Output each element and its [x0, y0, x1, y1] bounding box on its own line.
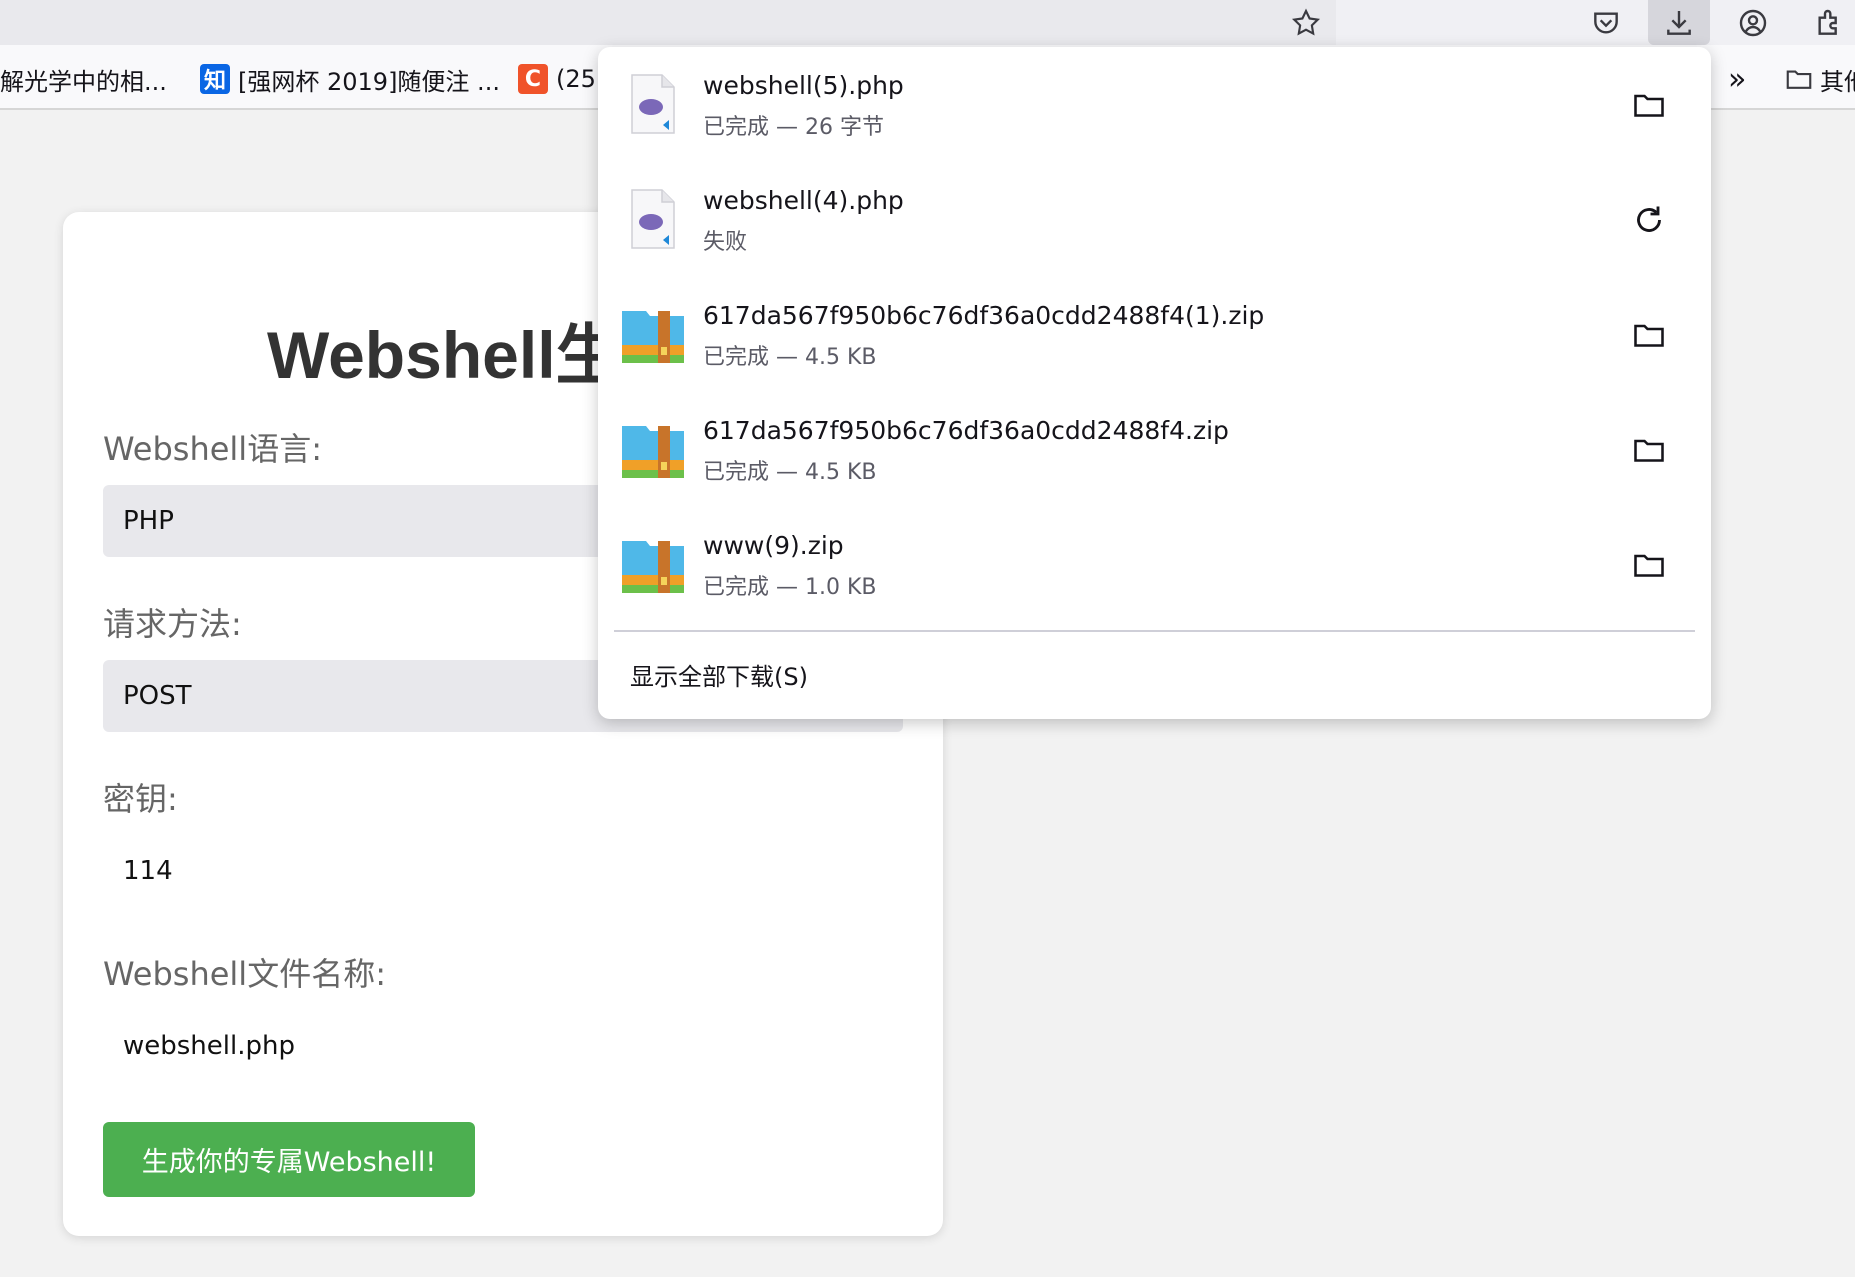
downloads-panel: webshell(5).php 已完成 — 26 字节 webshell(4).…	[598, 47, 1711, 719]
downloads-icon[interactable]	[1648, 0, 1710, 45]
other-bookmarks-folder[interactable]: 其他	[1784, 63, 1855, 96]
download-status: 已完成 — 26 字节	[703, 115, 884, 140]
download-status: 已完成 — 4.5 KB	[703, 345, 877, 370]
zhihu-favicon-icon: 知	[200, 64, 230, 94]
download-item[interactable]: 617da567f950b6c76df36a0cdd2488f4(1).zip …	[598, 277, 1711, 392]
bookmarks-overflow-chevron-icon[interactable]: »	[1728, 62, 1746, 97]
bookmark-label: (25	[556, 65, 596, 93]
php-file-icon	[631, 189, 675, 249]
browser-toolbar	[0, 0, 1855, 45]
folder-icon[interactable]	[1631, 317, 1667, 353]
pocket-icon[interactable]	[1575, 0, 1637, 45]
bookmark-item[interactable]: C (25	[518, 63, 596, 95]
bookmark-item[interactable]: 知 [强网杯 2019]随便注 ...	[200, 63, 500, 96]
key-input[interactable]: 114	[103, 835, 903, 907]
zip-archive-icon	[622, 541, 684, 593]
bookmark-label: 其他	[1820, 67, 1855, 96]
divider	[614, 630, 1695, 632]
download-status: 已完成 — 1.0 KB	[703, 575, 877, 600]
download-status: 已完成 — 4.5 KB	[703, 460, 877, 485]
bookmark-label: [强网杯 2019]随便注 ...	[238, 67, 500, 96]
download-filename: 617da567f950b6c76df36a0cdd2488f4(1).zip	[703, 301, 1265, 330]
bookmark-item[interactable]: 解光学中的相...	[0, 63, 167, 96]
folder-icon[interactable]	[1631, 432, 1667, 468]
download-filename: www(9).zip	[703, 531, 844, 560]
bookmark-label: 解光学中的相...	[0, 67, 167, 96]
zip-archive-icon	[622, 426, 684, 478]
url-bar[interactable]	[0, 0, 1336, 45]
download-filename: webshell(4).php	[703, 186, 904, 215]
php-file-icon	[631, 74, 675, 134]
download-item[interactable]: 617da567f950b6c76df36a0cdd2488f4.zip 已完成…	[598, 392, 1711, 507]
extensions-icon[interactable]	[1798, 0, 1855, 45]
download-filename: webshell(5).php	[703, 71, 904, 100]
folder-icon	[1786, 70, 1812, 89]
page-title: Webshell生	[267, 318, 622, 392]
download-item[interactable]: www(9).zip 已完成 — 1.0 KB	[598, 507, 1711, 622]
download-item[interactable]: webshell(5).php 已完成 — 26 字节	[598, 47, 1711, 162]
download-status: 失败	[703, 230, 748, 255]
language-label: Webshell语言:	[103, 430, 322, 468]
filename-label: Webshell文件名称:	[103, 955, 386, 993]
account-icon[interactable]	[1722, 0, 1784, 45]
filename-input[interactable]: webshell.php	[103, 1010, 903, 1082]
folder-icon[interactable]	[1631, 547, 1667, 583]
generate-webshell-button[interactable]: 生成你的专属Webshell!	[103, 1122, 475, 1197]
key-label: 密钥:	[103, 780, 178, 818]
bookmark-star-icon[interactable]	[1275, 0, 1337, 45]
method-label: 请求方法:	[103, 605, 242, 643]
show-all-downloads-button[interactable]: 显示全部下载(S)	[630, 657, 808, 692]
folder-icon[interactable]	[1631, 87, 1667, 123]
retry-icon[interactable]	[1631, 202, 1667, 238]
csdn-favicon-icon: C	[518, 64, 548, 94]
download-item[interactable]: webshell(4).php 失败	[598, 162, 1711, 277]
download-filename: 617da567f950b6c76df36a0cdd2488f4.zip	[703, 416, 1229, 445]
zip-archive-icon	[622, 311, 684, 363]
